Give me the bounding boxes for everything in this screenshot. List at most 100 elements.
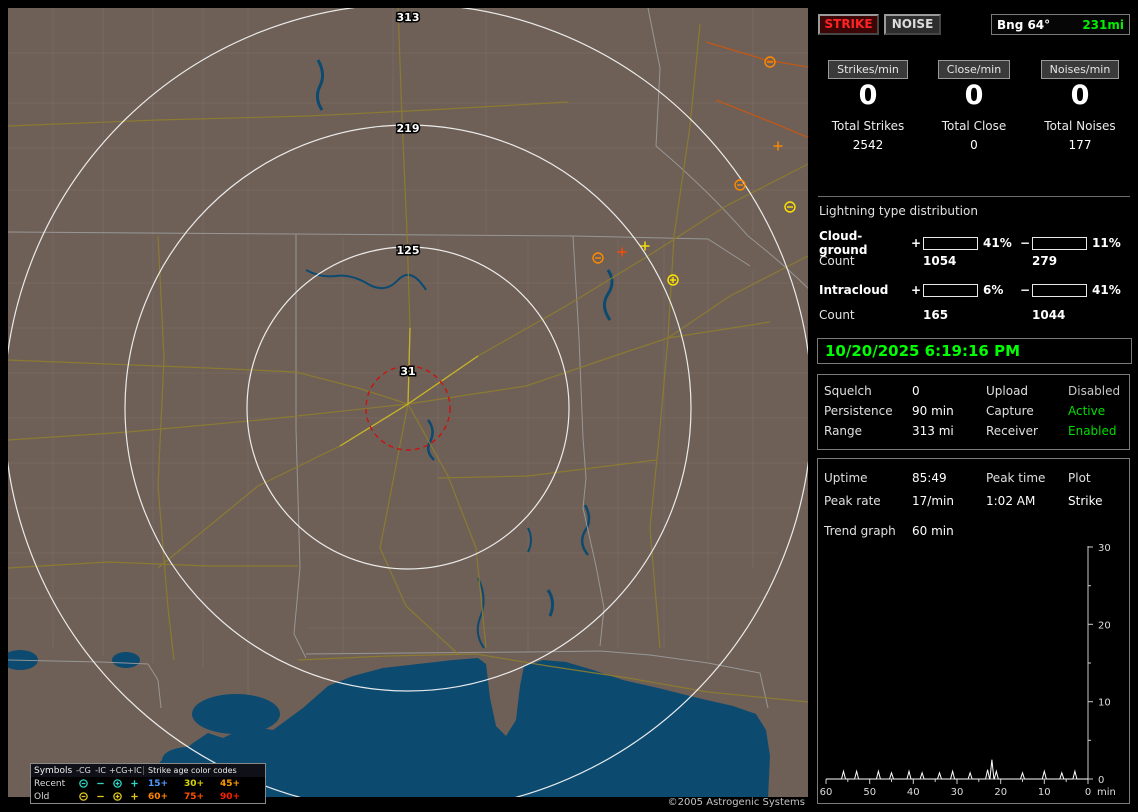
total-noises-label: Total Noises	[1044, 119, 1116, 133]
legend-age-header: Strike age color codes	[143, 766, 265, 775]
squelch-label: Squelch	[824, 384, 872, 398]
distribution-title: Lightning type distribution	[819, 204, 978, 218]
peak-time-value: 1:02 AM	[986, 494, 1036, 508]
minus-sign: −	[1019, 283, 1031, 297]
ic-negative-pct: 41%	[1092, 283, 1121, 297]
peak-rate-label: Peak rate	[824, 494, 881, 508]
sidebar: STRIKE NOISE Bng 64° 231mi Strikes/min 0…	[815, 8, 1133, 805]
svg-text:20: 20	[1098, 620, 1111, 631]
ic-negative-bar	[1032, 283, 1087, 297]
small-lake	[112, 652, 140, 668]
noises-per-min-column: Noises/min 0 Total Noises 177	[1027, 60, 1133, 152]
capture-status: Active	[1068, 404, 1106, 418]
nexstorm-window: 313 219 125 31 Symbols -CG -IC +CG +IC Strike…	[0, 0, 1138, 812]
strikes-per-min-column: Strikes/min 0 Total Strikes 2542	[815, 60, 921, 152]
total-noises-value: 177	[1068, 138, 1092, 152]
trend-graph-label: Trend graph	[824, 524, 896, 538]
cg-negative-count: 279	[1032, 254, 1058, 268]
close-per-min-button[interactable]: Close/min	[937, 60, 1011, 79]
status-row: Squelch 0 Upload Disabled	[818, 381, 1129, 401]
age-code: 45+	[220, 778, 241, 789]
peak-time-label: Peak time	[986, 471, 1046, 485]
ic-negative-count: 1044	[1032, 308, 1066, 322]
bearing-value: Bng 64°	[997, 17, 1051, 32]
age-code: 30+	[184, 778, 205, 789]
strikes-per-min-value: 0	[858, 80, 878, 111]
legend-symbols-header: Symbols	[34, 765, 73, 776]
ic-positive-bar	[923, 283, 978, 297]
cg-positive-bar	[923, 236, 978, 250]
plus-icon	[131, 793, 138, 800]
bearing-panel: Bng 64° 231mi	[991, 14, 1130, 35]
close-per-min-column: Close/min 0 Total Close 0	[921, 60, 1027, 152]
info-row: Uptime 85:49 Peak time Plot	[818, 468, 1135, 488]
upload-label: Upload	[986, 384, 1029, 398]
rates-panel: Strikes/min 0 Total Strikes 2542 Close/m…	[815, 60, 1133, 152]
ic-positive-pct: 6%	[983, 283, 1004, 297]
status-row: Persistence 90 min Capture Active	[818, 401, 1129, 421]
map-view[interactable]: 313 219 125 31	[8, 8, 808, 797]
squelch-value: 0	[912, 384, 920, 398]
uptime-label: Uptime	[824, 471, 868, 485]
svg-text:30: 30	[951, 787, 964, 798]
ic-positive-count: 165	[923, 308, 949, 322]
trend-graph-window: 60 min	[912, 524, 954, 538]
cg-negative-pct: 11%	[1092, 236, 1121, 250]
datetime-display: 10/20/2025 6:19:16 PM	[817, 338, 1132, 364]
svg-text:60: 60	[820, 787, 832, 798]
ring-label: 125	[397, 244, 420, 257]
trend-axes	[826, 546, 1089, 780]
total-strikes-label: Total Strikes	[831, 119, 905, 133]
legend-column-header: -CG	[76, 766, 91, 775]
svg-text:50: 50	[863, 787, 876, 798]
cg-positive-count: 1054	[923, 254, 957, 268]
intracloud-counts: Count 165 1044	[819, 308, 1127, 322]
total-strikes-value: 2542	[852, 138, 884, 152]
circle-plus-icon	[113, 792, 122, 801]
legend-column-header: +IC	[127, 766, 142, 775]
legend-column-header: -IC	[95, 766, 106, 775]
legend-row-label: Recent	[34, 778, 66, 789]
persistence-value: 90 min	[912, 404, 954, 418]
map-svg: 313 219 125 31	[8, 8, 808, 797]
upload-status: Disabled	[1068, 384, 1121, 398]
trend-row: Trend graph 60 min	[818, 521, 1135, 541]
legend-row: Old 60+ 75+ 90+	[31, 790, 265, 803]
plus-icon	[131, 780, 138, 787]
noise-mode-button[interactable]: NOISE	[884, 14, 941, 35]
minus-icon	[97, 795, 104, 798]
noises-per-min-value: 0	[1070, 80, 1090, 111]
cloud-ground-row: Cloud-ground + 41% − 11%	[819, 229, 1127, 257]
ring-label: 31	[400, 365, 415, 378]
lake-pontchartrain	[192, 694, 280, 734]
count-label: Count	[819, 308, 855, 322]
svg-text:30: 30	[1098, 543, 1111, 554]
svg-text:min: min	[1097, 787, 1116, 798]
plus-sign: +	[910, 283, 922, 297]
legend-rows: Recent 15+ 30+ 45+ Old 60+ 75+ 90+	[31, 777, 265, 803]
plot-value: Strike	[1068, 494, 1103, 508]
noises-per-min-button[interactable]: Noises/min	[1040, 60, 1120, 79]
age-code: 15+	[148, 778, 169, 789]
svg-text:10: 10	[1038, 787, 1051, 798]
age-code: 75+	[184, 791, 205, 802]
cg-positive-pct: 41%	[983, 236, 1012, 250]
svg-text:0: 0	[1098, 775, 1104, 786]
svg-text:0: 0	[1085, 787, 1091, 798]
range-label: Range	[824, 424, 863, 438]
bearing-distance: 231mi	[1082, 17, 1124, 32]
strikes-per-min-button[interactable]: Strikes/min	[828, 60, 908, 79]
intracloud-row: Intracloud + 6% − 41%	[819, 283, 1127, 297]
info-panel: Uptime 85:49 Peak time Plot Peak rate 17…	[817, 458, 1130, 804]
persistence-label: Persistence	[824, 404, 893, 418]
svg-text:20: 20	[994, 787, 1007, 798]
strike-mode-button[interactable]: STRIKE	[818, 14, 879, 35]
legend-column-header: +CG	[109, 766, 128, 775]
total-close-label: Total Close	[941, 119, 1007, 133]
peak-rate-value: 17/min	[912, 494, 954, 508]
count-label: Count	[819, 254, 855, 268]
total-close-value: 0	[970, 138, 978, 152]
cg-negative-bar	[1032, 236, 1087, 250]
svg-text:10: 10	[1098, 698, 1111, 709]
age-code: 90+	[220, 791, 241, 802]
